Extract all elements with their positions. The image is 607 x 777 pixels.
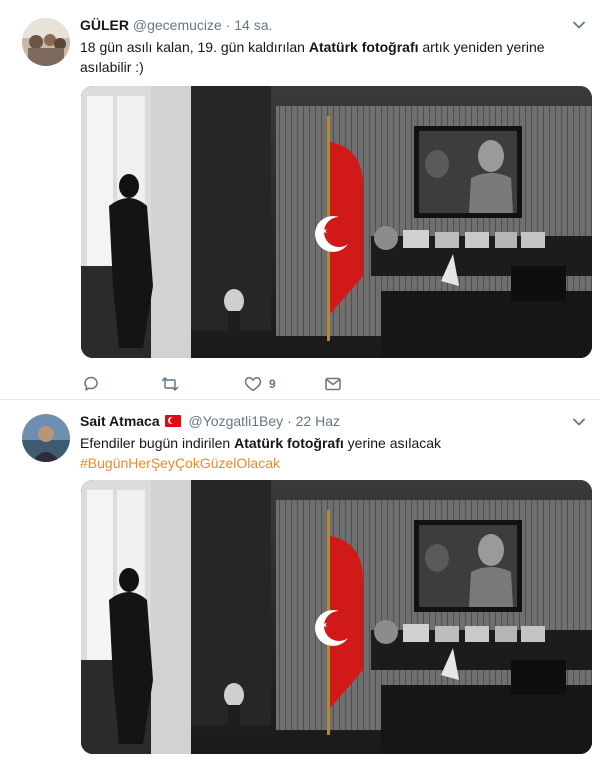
timestamp[interactable]: 22 Haz	[296, 413, 340, 429]
display-name[interactable]: Sait Atmaca	[80, 413, 160, 429]
hashtag-link[interactable]: #BugünHerŞeyÇokGüzelOlacak	[80, 453, 585, 473]
tweet[interactable]: Sait Atmaca @Yozgatli1Bey · 22 Haz Efend…	[0, 400, 600, 777]
timestamp[interactable]: 14 sa.	[234, 17, 272, 33]
tweet-text: 18 gün asılı kalan, 19. gün kaldırılan A…	[80, 37, 585, 77]
tweet-header: GÜLER @gecemucize · 14 sa.	[80, 16, 272, 34]
retweet-icon	[161, 377, 179, 391]
tweet-photo[interactable]	[81, 480, 592, 754]
direct-message-button[interactable]	[324, 374, 349, 394]
reply-icon	[84, 376, 98, 391]
tweet-text-part: Efendiler bugün indirilen	[80, 435, 235, 451]
turkish-flag-icon	[164, 415, 181, 427]
username[interactable]: @gecemucize	[133, 17, 222, 33]
avatar[interactable]	[22, 414, 70, 462]
tweet-text-bold: Atatürk fotoğrafı	[234, 435, 344, 451]
tweet-header: Sait Atmaca @Yozgatli1Bey · 22 Haz	[80, 412, 340, 430]
tweet-text-part: yerine asılacak	[343, 435, 442, 451]
chevron-down-icon[interactable]	[572, 18, 586, 32]
reply-button[interactable]	[82, 374, 107, 394]
tweet-photo[interactable]	[81, 86, 592, 358]
separator-dot: ·	[287, 413, 292, 429]
like-count: 9	[269, 377, 276, 391]
dm-icon	[325, 377, 341, 391]
timeline: GÜLER @gecemucize · 14 sa. 18 gün asılı …	[0, 0, 607, 777]
retweet-button[interactable]	[161, 374, 186, 394]
like-button[interactable]: 9	[244, 374, 276, 394]
username[interactable]: @Yozgatli1Bey	[189, 413, 284, 429]
like-icon	[244, 377, 262, 392]
tweet[interactable]: GÜLER @gecemucize · 14 sa. 18 gün asılı …	[0, 0, 600, 400]
chevron-down-icon[interactable]	[572, 415, 586, 429]
avatar[interactable]	[22, 18, 70, 66]
tweet-text: Efendiler bugün indirilen Atatürk fotoğr…	[80, 433, 585, 473]
tweet-actions: 9	[82, 374, 382, 394]
separator-dot: ·	[225, 17, 231, 33]
tweet-text-part: 18 gün asılı kalan, 19. gün kaldırılan	[80, 39, 309, 55]
tweet-text-bold: Atatürk fotoğrafı	[308, 39, 419, 55]
display-name[interactable]: GÜLER	[80, 17, 129, 33]
